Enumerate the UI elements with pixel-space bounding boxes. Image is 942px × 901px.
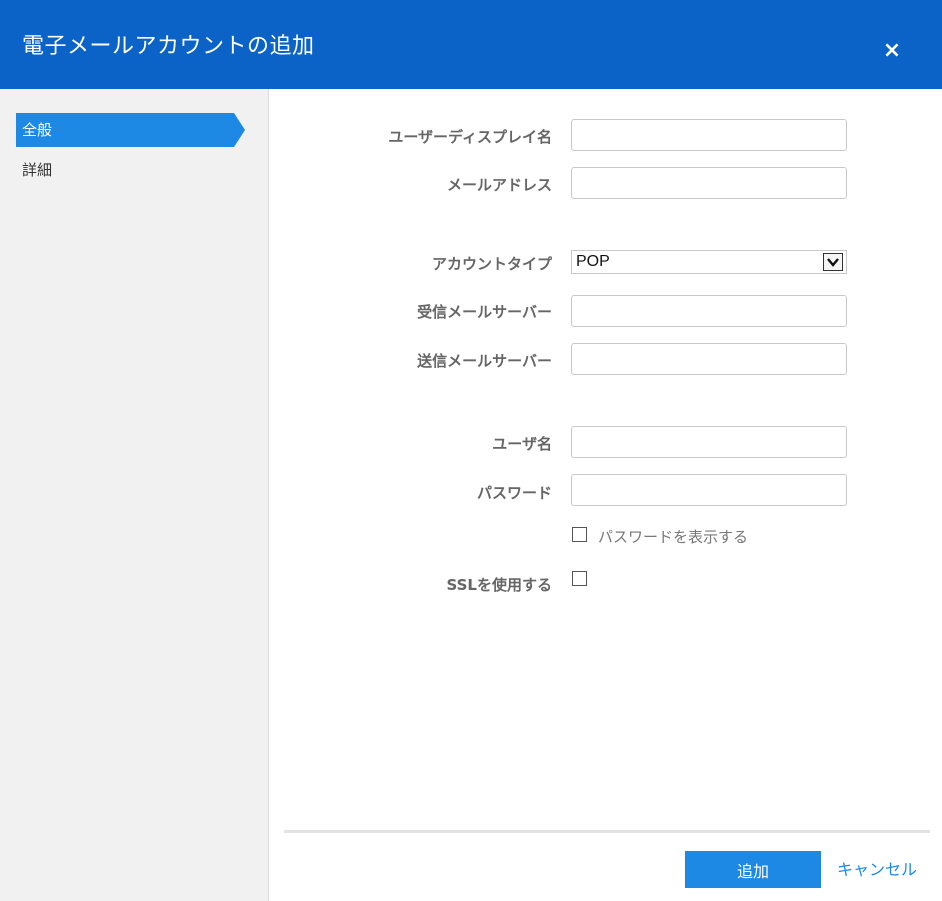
close-icon[interactable]: ×	[879, 38, 905, 64]
dialog-title: 電子メールアカウントの追加	[22, 34, 315, 59]
footer-divider	[284, 830, 930, 833]
username-label: ユーザ名	[492, 435, 552, 453]
display-name-label: ユーザーディスプレイ名	[388, 128, 552, 146]
outgoing-server-input[interactable]	[571, 343, 847, 375]
password-label: パスワード	[476, 484, 552, 502]
chevron-down-icon[interactable]	[823, 253, 843, 271]
show-password-checkbox[interactable]	[572, 527, 587, 542]
incoming-server-input[interactable]	[571, 295, 847, 327]
ssl-label: SSLを使用する	[446, 576, 553, 594]
outgoing-server-label: 送信メールサーバー	[417, 352, 552, 370]
show-password-label[interactable]: パスワードを表示する	[598, 526, 748, 547]
cancel-button[interactable]: キャンセル	[837, 851, 917, 888]
sidebar: 全般 詳細	[0, 89, 269, 901]
dialog-header: 電子メールアカウントの追加 ×	[0, 0, 942, 89]
display-name-input[interactable]	[571, 119, 847, 151]
account-type-label: アカウントタイプ	[431, 255, 552, 273]
username-input[interactable]	[571, 426, 847, 458]
email-label: メールアドレス	[446, 176, 552, 194]
email-input[interactable]	[571, 167, 847, 199]
incoming-server-label: 受信メールサーバー	[417, 303, 552, 321]
account-type-value: POP	[576, 253, 610, 270]
password-input[interactable]	[571, 474, 847, 506]
account-type-select[interactable]: POP	[571, 250, 847, 274]
add-button[interactable]: 追加	[685, 851, 821, 888]
sidebar-item-general[interactable]: 全般	[16, 113, 245, 147]
ssl-checkbox[interactable]	[572, 571, 587, 586]
sidebar-item-detail[interactable]: 詳細	[16, 153, 234, 187]
